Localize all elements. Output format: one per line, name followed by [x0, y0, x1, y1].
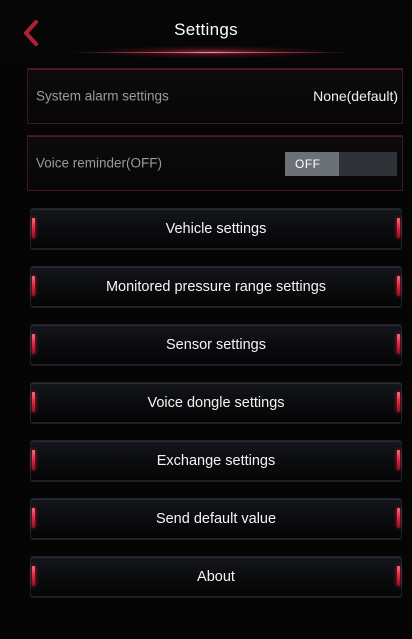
alarm-settings-value: None(default) — [313, 88, 398, 104]
send-default-value-button[interactable]: Send default value — [30, 498, 402, 539]
voice-dongle-settings-button[interactable]: Voice dongle settings — [30, 382, 402, 423]
menu-item-label: Sensor settings — [166, 336, 266, 353]
toggle-knob: OFF — [285, 152, 339, 176]
menu-item-label: Monitored pressure range settings — [105, 278, 327, 295]
menu-item-label: Voice dongle settings — [147, 394, 285, 411]
about-button[interactable]: About — [30, 556, 402, 597]
alarm-settings-label: System alarm settings — [36, 88, 169, 104]
voice-reminder-label: Voice reminder(OFF) — [36, 155, 163, 171]
monitored-pressure-range-button[interactable]: Monitored pressure range settings — [30, 266, 402, 307]
title-underline — [70, 52, 350, 53]
page-title: Settings — [174, 20, 238, 39]
menu-item-label: Exchange settings — [156, 452, 276, 469]
exchange-settings-button[interactable]: Exchange settings — [30, 440, 402, 481]
alarm-settings-row[interactable]: System alarm settings None(default) — [27, 68, 403, 124]
menu-item-label: Vehicle settings — [165, 220, 267, 237]
voice-reminder-toggle[interactable]: OFF — [285, 152, 397, 176]
menu-item-label: About — [197, 568, 235, 585]
header-bar: Settings — [0, 0, 412, 62]
menu-item-label: Send default value — [155, 510, 277, 527]
voice-reminder-row: Voice reminder(OFF) OFF — [27, 135, 403, 191]
bottom-spacer — [0, 618, 412, 639]
vehicle-settings-button[interactable]: Vehicle settings — [30, 208, 402, 249]
sensor-settings-button[interactable]: Sensor settings — [30, 324, 402, 365]
